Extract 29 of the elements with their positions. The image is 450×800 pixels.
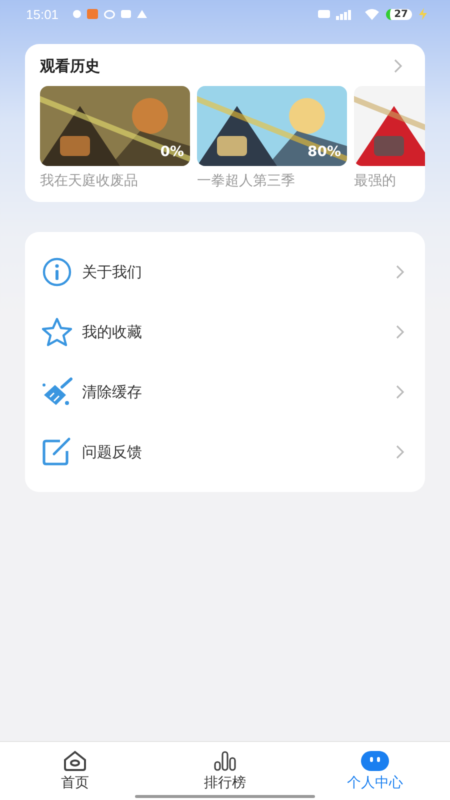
app-notification-icon	[72, 10, 81, 18]
chevron-right-icon	[395, 445, 405, 459]
message-icon	[120, 10, 131, 18]
home-icon	[62, 750, 88, 772]
tab[interactable]: 个人中心	[300, 742, 450, 800]
chevron-right-icon	[395, 325, 405, 339]
app-notification-icon	[104, 10, 115, 18]
star-icon	[40, 317, 74, 347]
status-time: 15:01	[26, 6, 59, 22]
tab[interactable]: 排行榜	[150, 742, 300, 800]
broom-icon	[40, 377, 74, 407]
progress-label: 0%	[160, 144, 184, 160]
chevron-right-icon	[395, 385, 405, 399]
menu-item[interactable]: 问题反馈	[25, 422, 425, 482]
chevron-right-icon	[395, 265, 405, 279]
face-blob-icon	[360, 750, 390, 772]
wifi-icon	[364, 8, 380, 20]
info-icon	[40, 257, 74, 287]
tab[interactable]: 首页	[0, 742, 150, 800]
warning-icon	[136, 10, 147, 18]
menu-item[interactable]: 我的收藏	[25, 302, 425, 362]
battery-level: 27	[386, 8, 412, 20]
app-notification-icon	[86, 9, 98, 19]
menu-item[interactable]: 清除缓存	[25, 362, 425, 422]
charging-icon	[418, 8, 428, 20]
history-title: 观看历史	[40, 56, 101, 76]
bar-chart-icon	[212, 750, 238, 772]
menu-item[interactable]: 关于我们	[25, 242, 425, 302]
progress-label: 80%	[307, 144, 341, 160]
